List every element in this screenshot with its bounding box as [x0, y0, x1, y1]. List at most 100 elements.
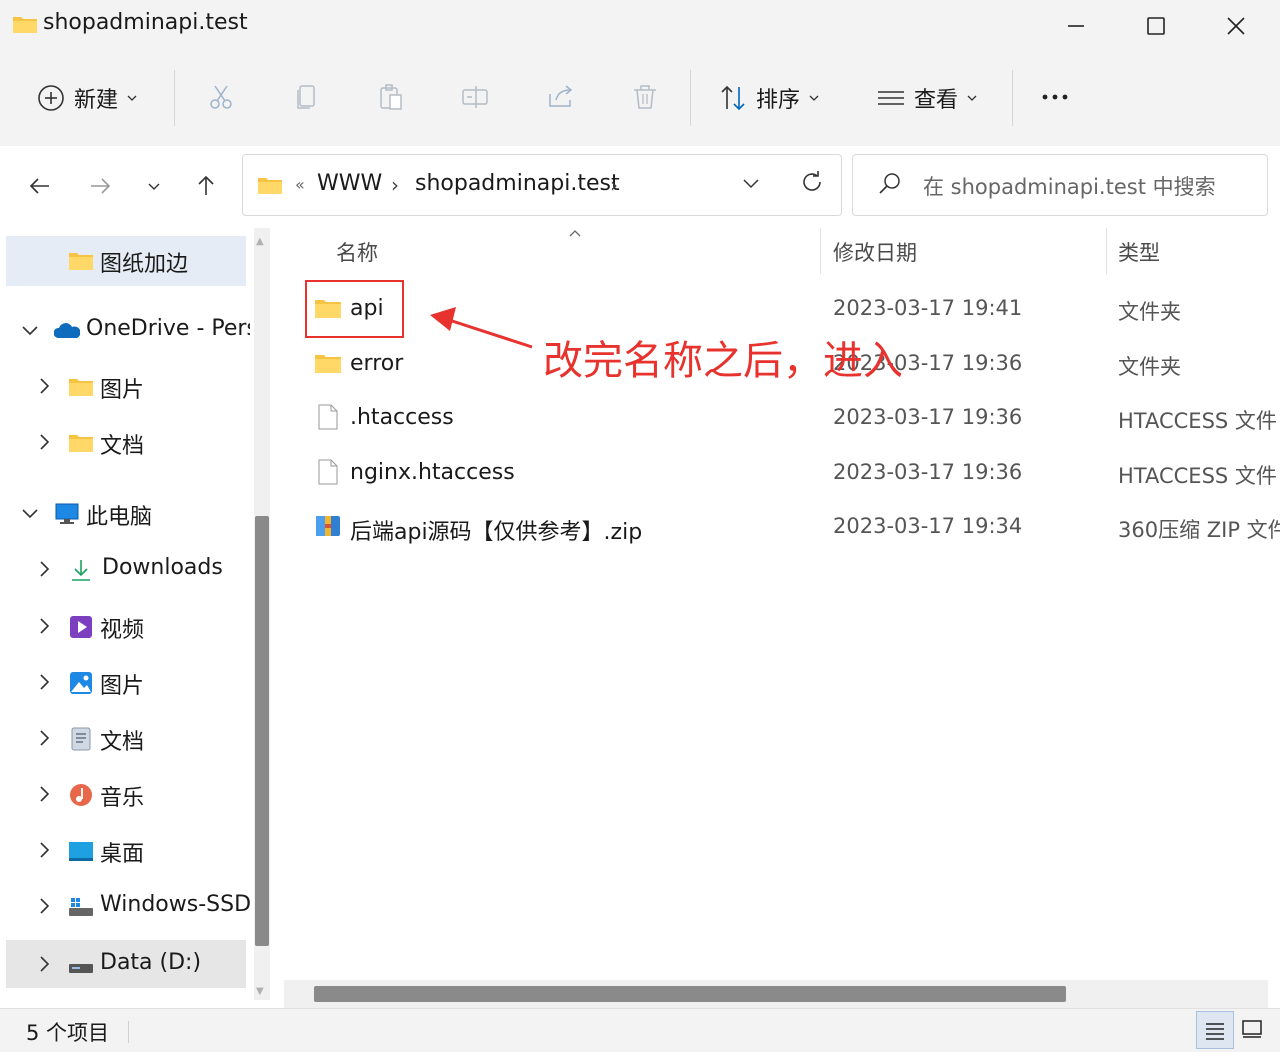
cut-button[interactable]	[206, 82, 236, 112]
back-button[interactable]	[22, 168, 58, 204]
sidebar-item-documents[interactable]: 文档	[6, 714, 246, 764]
forward-button[interactable]	[82, 168, 118, 204]
file-type: HTACCESS 文件	[1118, 409, 1277, 433]
sort-label: 排序	[756, 88, 801, 113]
column-header-type[interactable]: 类型	[1118, 228, 1160, 276]
more-button[interactable]	[1040, 82, 1070, 112]
horizontal-scrollbar-thumb[interactable]	[314, 986, 1066, 1002]
chevron-down-icon[interactable]	[20, 503, 40, 523]
sidebar-item-onedrive-pictures[interactable]: 图片	[6, 362, 246, 412]
file-row[interactable]: .htaccess 2023-03-17 19:36 HTACCESS 文件	[310, 393, 1280, 443]
column-divider[interactable]	[1106, 228, 1107, 274]
chevron-right-icon[interactable]	[34, 954, 54, 974]
sidebar-item-label: 图片	[100, 378, 145, 403]
maximize-button[interactable]	[1128, 6, 1184, 46]
minimize-icon	[1068, 25, 1084, 27]
delete-button[interactable]	[630, 82, 660, 112]
recent-locations-button[interactable]	[136, 168, 172, 204]
breadcrumb-current[interactable]: shopadminapi.test	[415, 171, 620, 196]
address-bar[interactable]: « WWW › shopadminapi.test ›	[242, 154, 842, 216]
file-icon	[318, 404, 338, 430]
sidebar-item-tuzhi[interactable]: 图纸加边	[6, 236, 246, 286]
column-header-date[interactable]: 修改日期	[833, 228, 917, 276]
view-button[interactable]: 查看	[876, 82, 978, 114]
rename-button[interactable]	[460, 82, 490, 112]
column-divider[interactable]	[820, 228, 821, 274]
new-label: 新建	[74, 88, 119, 113]
arrow-left-icon	[29, 178, 49, 194]
sidebar-item-videos[interactable]: 视频	[6, 602, 246, 652]
minimize-button[interactable]	[1048, 6, 1104, 46]
file-name: nginx.htaccess	[350, 460, 515, 485]
zip-icon	[316, 516, 340, 536]
file-row[interactable]: 后端api源码【仅供参考】.zip 2023-03-17 19:34 360压缩…	[310, 502, 1280, 552]
drive-icon	[69, 964, 93, 973]
file-name: 后端api源码【仅供参考】.zip	[350, 520, 643, 545]
sidebar-item-data-d[interactable]: Data (D:)	[6, 940, 246, 988]
sidebar-item-this-pc[interactable]: 此电脑	[6, 489, 246, 539]
chevron-right-icon[interactable]	[34, 376, 54, 396]
command-bar: 新建 排序 查看	[0, 52, 1280, 147]
search-box[interactable]: 在 shopadminapi.test 中搜索	[852, 154, 1268, 216]
folder-icon	[69, 253, 93, 270]
column-header-name[interactable]: 名称	[336, 228, 378, 276]
sidebar-scrollbar-thumb[interactable]	[255, 516, 269, 946]
sidebar-item-label: 图纸加边	[100, 252, 189, 277]
scroll-down-icon[interactable]: ▼	[256, 986, 264, 997]
chevron-down-icon[interactable]	[20, 320, 40, 340]
chevron-down-icon	[148, 183, 160, 190]
paste-icon	[380, 84, 402, 110]
sidebar-item-desktop[interactable]: 桌面	[6, 826, 246, 876]
sort-ascending-icon	[569, 230, 581, 237]
file-type: 文件夹	[1118, 355, 1181, 379]
sidebar-item-windows-ssd[interactable]: Windows-SSD	[6, 882, 250, 932]
chevron-right-icon[interactable]	[34, 840, 54, 860]
overflow-chevron-icon[interactable]: «	[295, 175, 305, 194]
details-view-button[interactable]	[1196, 1011, 1234, 1049]
chevron-down-icon[interactable]	[741, 173, 761, 193]
chevron-right-icon[interactable]	[34, 784, 54, 804]
share-icon	[549, 85, 573, 107]
sidebar-item-pictures[interactable]: 图片	[6, 658, 246, 708]
chevron-down-icon	[127, 95, 137, 101]
plus-circle-icon	[38, 85, 64, 111]
chevron-right-icon[interactable]	[34, 559, 54, 579]
scroll-up-icon[interactable]: ▲	[256, 236, 264, 247]
copy-button[interactable]	[292, 82, 322, 112]
share-button[interactable]	[546, 82, 576, 112]
sidebar-item-label: Windows-SSD	[100, 892, 250, 917]
chevron-right-icon[interactable]	[34, 728, 54, 748]
chevron-right-icon[interactable]	[34, 616, 54, 636]
sidebar-item-onedrive-documents[interactable]: 文档	[6, 418, 246, 468]
more-icon	[1042, 94, 1068, 100]
sidebar-item-music[interactable]: 音乐	[6, 770, 246, 820]
breadcrumb-www[interactable]: WWW	[317, 171, 382, 196]
paste-button[interactable]	[376, 82, 406, 112]
preview-view-button[interactable]	[1234, 1011, 1270, 1047]
file-type: 文件夹	[1118, 300, 1181, 324]
file-date: 2023-03-17 19:41	[833, 296, 1023, 320]
folder-icon	[13, 17, 37, 33]
folder-icon	[315, 355, 341, 373]
up-button[interactable]	[188, 168, 224, 204]
chevron-right-icon[interactable]	[34, 432, 54, 452]
new-button[interactable]: 新建	[36, 82, 138, 114]
chevron-right-icon[interactable]	[34, 896, 54, 916]
file-name: error	[350, 351, 404, 376]
list-view-icon	[878, 91, 904, 105]
sidebar-item-downloads[interactable]: Downloads	[6, 545, 246, 595]
refresh-icon[interactable]	[799, 169, 825, 195]
sort-button[interactable]: 排序	[718, 82, 820, 114]
annotation-text: 改完名称之后，进入	[543, 338, 903, 384]
chevron-right-icon[interactable]: ›	[610, 173, 618, 197]
arrow-up-icon	[198, 175, 214, 195]
sidebar-item-onedrive[interactable]: OneDrive - Pers	[6, 306, 250, 356]
chevron-right-icon[interactable]	[34, 672, 54, 692]
file-icon	[318, 459, 338, 485]
chevron-right-icon[interactable]: ›	[391, 173, 399, 197]
file-row[interactable]: nginx.htaccess 2023-03-17 19:36 HTACCESS…	[310, 448, 1280, 498]
folder-icon	[69, 435, 93, 452]
file-date: 2023-03-17 19:36	[833, 405, 1023, 429]
chevron-down-icon	[967, 95, 977, 101]
close-button[interactable]	[1208, 6, 1264, 46]
